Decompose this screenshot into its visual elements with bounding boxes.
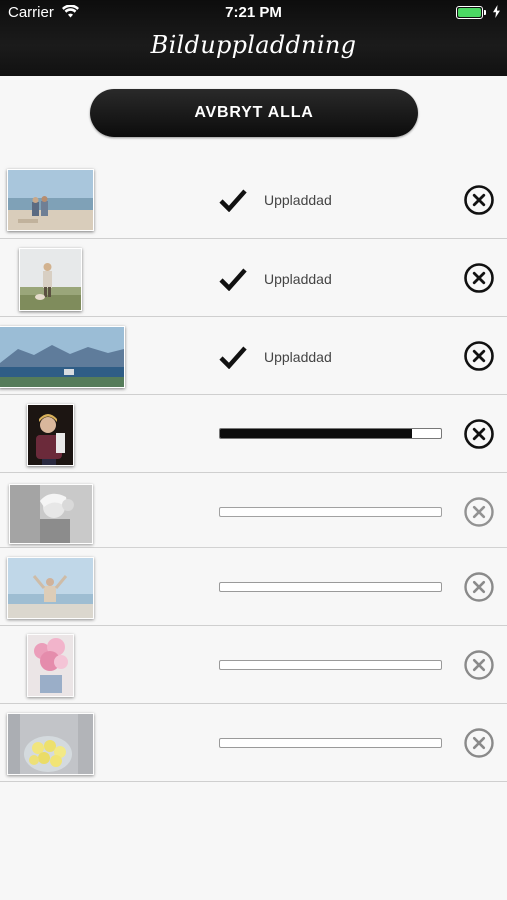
upload-row	[0, 626, 507, 704]
upload-row	[0, 395, 507, 473]
upload-status: Uppladdad	[264, 349, 332, 365]
close-circle-icon[interactable]	[464, 185, 494, 215]
battery-icon	[456, 6, 486, 19]
charging-bolt-icon	[493, 5, 500, 18]
close-circle-icon[interactable]	[464, 572, 494, 602]
thumbnail-image	[19, 248, 82, 311]
close-circle-icon[interactable]	[464, 497, 494, 527]
checkmark-icon	[219, 268, 247, 291]
upload-status: Uppladdad	[264, 271, 332, 287]
upload-row	[0, 548, 507, 626]
upload-progress-bar	[219, 507, 442, 517]
cancel-all-button[interactable]: AVBRYT ALLA	[90, 89, 418, 137]
upload-row: Uppladdad	[0, 317, 507, 395]
upload-row: Uppladdad	[0, 160, 507, 239]
close-circle-icon[interactable]	[464, 650, 494, 680]
status-bar: Carrier 7:21 PM	[0, 0, 507, 26]
upload-row: Uppladdad	[0, 239, 507, 317]
top-bar: Carrier 7:21 PM Bilduppladdning	[0, 0, 507, 76]
thumbnail-image	[27, 404, 74, 466]
thumbnail-image	[9, 484, 93, 544]
checkmark-icon	[219, 346, 247, 369]
upload-progress-bar	[219, 582, 442, 592]
upload-row	[0, 704, 507, 782]
close-circle-icon[interactable]	[464, 263, 494, 293]
upload-status: Uppladdad	[264, 192, 332, 208]
upload-progress-bar	[219, 428, 442, 439]
thumbnail-image	[0, 326, 125, 388]
upload-progress-bar	[219, 738, 442, 748]
page-title: Bilduppladdning	[150, 31, 357, 59]
upload-row	[0, 473, 507, 548]
close-circle-icon[interactable]	[464, 728, 494, 758]
close-circle-icon[interactable]	[464, 341, 494, 371]
clock: 7:21 PM	[225, 4, 282, 21]
thumbnail-image	[27, 634, 74, 697]
upload-progress-bar	[219, 660, 442, 670]
close-circle-icon[interactable]	[464, 419, 494, 449]
checkmark-icon	[219, 189, 247, 212]
thumbnail-image	[7, 713, 94, 775]
upload-progress-fill	[220, 429, 413, 438]
thumbnail-image	[7, 557, 94, 619]
thumbnail-image	[7, 169, 94, 231]
